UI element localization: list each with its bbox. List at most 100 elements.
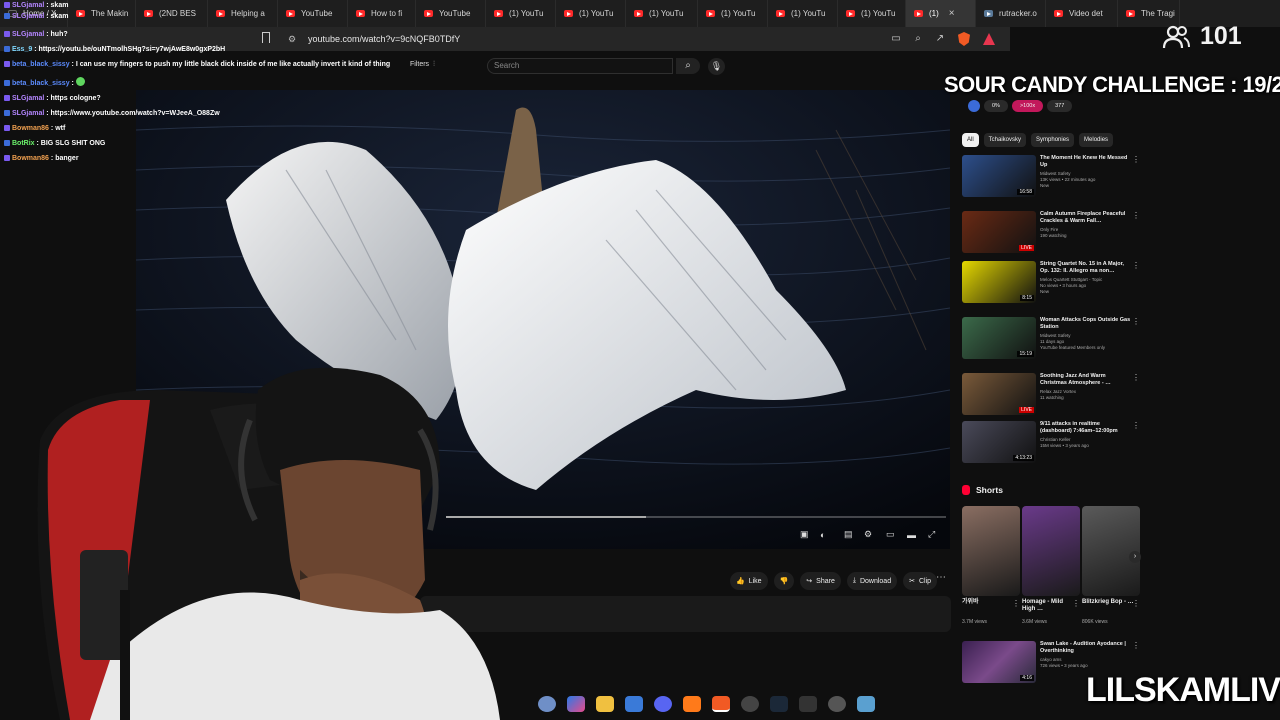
tab-label: YouTube xyxy=(439,9,471,18)
video-title: String Quartet No. 15 in A Major, Op. 13… xyxy=(1040,261,1124,274)
shorts-logo-icon xyxy=(962,485,970,495)
video-meta: 15M views • 3 years ago xyxy=(1040,443,1089,448)
search-app-icon[interactable] xyxy=(538,696,556,712)
kebab-menu-icon[interactable]: ⋮ xyxy=(1132,155,1140,164)
browser-tab[interactable]: (2ND BES xyxy=(136,0,208,27)
short-thumbnail[interactable] xyxy=(1022,506,1080,596)
browser-tab[interactable]: The Makin xyxy=(68,0,136,27)
app-icon[interactable] xyxy=(683,696,701,712)
video-title: 9/11 attacks in realtime (dashboard) 7:4… xyxy=(1040,421,1118,434)
settings-gear-icon[interactable]: ⚙ xyxy=(864,529,872,540)
brave-rewards-icon[interactable] xyxy=(983,33,995,45)
recommendation-item[interactable]: 16:58 The Moment He Knew He Messed Up Midw… xyxy=(962,155,1142,199)
browser-tab[interactable]: (1) YouTu xyxy=(838,0,906,27)
chat-badge-icon xyxy=(4,140,10,146)
fullscreen-icon[interactable]: ⤢ xyxy=(928,529,935,540)
like-label: Like xyxy=(748,577,762,585)
video-progress-bar[interactable] xyxy=(446,516,946,518)
filter-chip[interactable]: Tchaikovsky xyxy=(983,133,1027,147)
copilot-icon[interactable] xyxy=(567,696,585,712)
chat-message: SLGjamal : https://www.youtube.com/watch… xyxy=(4,110,220,117)
kebab-menu-icon[interactable]: ⋮ xyxy=(1132,317,1140,326)
youtube-icon xyxy=(706,10,715,17)
filter-chip[interactable]: Melodies xyxy=(1079,133,1114,147)
kebab-menu-icon[interactable]: ⋮ xyxy=(1132,641,1140,650)
search-button[interactable]: ⌕ xyxy=(676,58,700,74)
share-button[interactable]: ↪ Share xyxy=(800,572,841,590)
recommendation-item[interactable]: LIVE Soothing Jazz And Warm Christmas Atm… xyxy=(962,373,1142,417)
short-title[interactable]: Homage - Mild High … xyxy=(1022,599,1076,613)
kebab-menu-icon[interactable]: ⋮ xyxy=(1132,421,1140,430)
tab-label: (1) YouTu xyxy=(721,9,756,18)
discord-icon[interactable] xyxy=(654,696,672,712)
browser-tab[interactable]: How to fi xyxy=(348,0,416,27)
tab-label: The Makin xyxy=(91,9,129,18)
browser-tab[interactable]: rutracker.o xyxy=(976,0,1046,27)
kebab-menu-icon[interactable]: ⋮ xyxy=(1132,261,1140,270)
browser-tab[interactable]: (1) × xyxy=(906,0,976,27)
browser-tab[interactable]: Video det xyxy=(1046,0,1118,27)
chat-username: beta_black_sissy xyxy=(12,61,70,68)
browser-tab[interactable]: (1) YouTu xyxy=(626,0,698,27)
chat-text: BIG SLG SHIT ONG xyxy=(40,140,106,147)
browser-tab[interactable]: (1) YouTu xyxy=(698,0,768,27)
short-title[interactable]: Blitzkrieg Bop - … xyxy=(1082,599,1136,606)
cast-icon[interactable]: ▭ xyxy=(890,33,902,45)
download-button[interactable]: ⤓ Download xyxy=(846,572,898,590)
browser-tab[interactable]: YouTube xyxy=(416,0,486,27)
clip-button[interactable]: ✂ Clip xyxy=(903,572,938,590)
steam-icon[interactable] xyxy=(770,696,788,712)
captions-icon[interactable]: ▤ xyxy=(844,529,853,540)
browser-tab[interactable]: (1) YouTu xyxy=(768,0,838,27)
address-bar[interactable]: youtube.com/watch?v=9cNQFB0TDfY xyxy=(308,34,460,44)
brave-shields-icon[interactable] xyxy=(958,32,970,46)
youtube-icon xyxy=(494,10,503,17)
4k-app-icon[interactable] xyxy=(828,696,846,712)
store-icon[interactable] xyxy=(625,696,643,712)
autoplay-toggle-icon[interactable]: ◐ xyxy=(820,530,825,540)
video-thumbnail: 4:16 xyxy=(962,641,1036,683)
brave-browser-icon[interactable] xyxy=(712,696,730,712)
miniplayer-icon[interactable]: ▭ xyxy=(886,529,895,540)
voice-search-button[interactable]: 🎙 xyxy=(708,58,725,75)
kebab-menu-icon[interactable]: ⋮ xyxy=(1132,599,1146,608)
extension-stat-c: 377 xyxy=(1047,100,1073,112)
site-settings-icon[interactable]: ⚙ xyxy=(288,34,296,45)
short-title[interactable]: 가위바 xyxy=(962,599,1016,606)
filter-chip[interactable]: Symphonies xyxy=(1031,133,1075,147)
file-explorer-icon[interactable] xyxy=(596,696,614,712)
recommendation-item[interactable]: LIVE Calm Autumn Fireplace Peaceful Crack… xyxy=(962,211,1142,255)
theater-mode-icon[interactable]: ▬ xyxy=(907,530,916,540)
more-actions-icon[interactable]: ⋯ xyxy=(936,572,946,583)
shorts-title: Shorts xyxy=(976,485,1003,495)
taskbar xyxy=(530,692,900,716)
browser-tab[interactable]: (1) YouTu xyxy=(556,0,626,27)
like-button[interactable]: 👍 Like xyxy=(730,572,768,590)
browser-tab[interactable]: Helping a xyxy=(208,0,278,27)
recommendation-item[interactable]: 15:19 Woman Attacks Cops Outside Gas Stat… xyxy=(962,317,1142,361)
bookmark-icon[interactable] xyxy=(262,32,270,43)
zoom-icon[interactable]: ⌕ xyxy=(912,33,924,45)
viewers-people-icon xyxy=(1162,25,1190,48)
obs-icon[interactable] xyxy=(741,696,759,712)
filters-chip[interactable]: Filters ⫶ xyxy=(410,61,435,69)
extension-dot-icon[interactable] xyxy=(968,100,980,112)
filter-chip[interactable]: All xyxy=(962,133,979,147)
recommendation-item[interactable]: 4:13:23 9/11 attacks in realtime (dashboa… xyxy=(962,421,1142,465)
recommendation-item[interactable]: 8:15 String Quartet No. 15 in A Major, Op… xyxy=(962,261,1142,305)
subtitles-icon[interactable]: ▣ xyxy=(800,529,809,540)
browser-tab[interactable]: (1) YouTu xyxy=(486,0,556,27)
app-icon[interactable] xyxy=(799,696,817,712)
notepad-icon[interactable] xyxy=(857,696,875,712)
search-input[interactable]: Search xyxy=(487,58,673,74)
chat-username: SLGjamal xyxy=(12,31,45,38)
kebab-menu-icon[interactable]: ⋮ xyxy=(1132,211,1140,220)
short-thumbnail[interactable] xyxy=(962,506,1020,596)
browser-tab[interactable]: YouTube xyxy=(278,0,348,27)
close-tab-icon[interactable]: × xyxy=(949,8,955,19)
kebab-menu-icon[interactable]: ⋮ xyxy=(1132,373,1140,382)
dislike-button[interactable]: 👎 xyxy=(773,572,795,590)
chat-username: Bowman86 xyxy=(12,155,49,162)
shorts-next-arrow-icon[interactable]: › xyxy=(1129,551,1141,563)
share-icon[interactable]: ↗ xyxy=(934,33,946,45)
